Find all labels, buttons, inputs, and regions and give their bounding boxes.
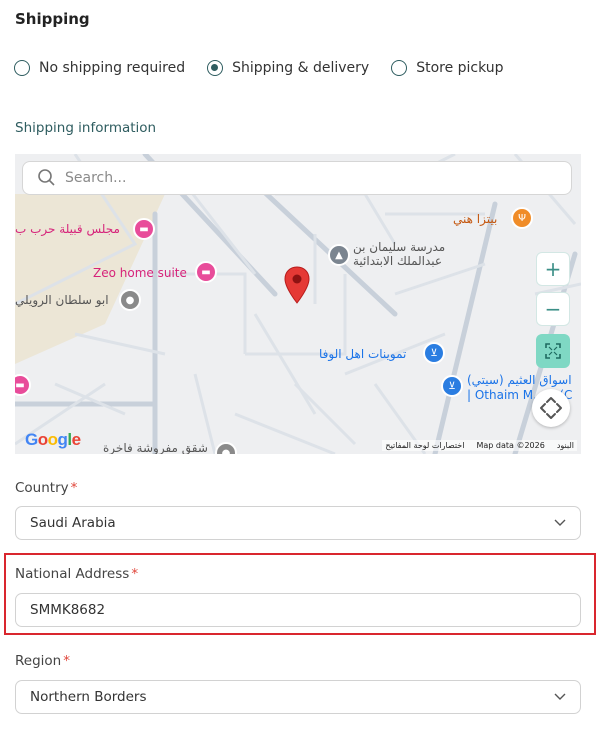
fullscreen-icon (545, 343, 561, 359)
national-address-input[interactable]: SMMK8682 (15, 593, 581, 627)
poi-school-line2: عبدالملك الابتدائية (353, 254, 443, 268)
region-value: Northern Borders (30, 689, 147, 705)
shopping-cart-icon-othaim: ⊻ (441, 375, 463, 397)
poi-shuqaq[interactable]: شقق مفروشة فاخرة (103, 441, 208, 454)
school-icon: ▲ (328, 244, 350, 266)
national-address-label: National Address * (15, 566, 138, 582)
radio-store-pickup[interactable]: Store pickup (391, 60, 504, 76)
region-label: Region * (15, 653, 70, 669)
shipping-method-group: No shipping required Shipping & delivery… (14, 60, 526, 76)
poi-othaim-line1: اسواق العثيم (سيتي) (467, 373, 572, 387)
terms-link[interactable]: البنود (557, 441, 574, 450)
shipping-section-title: Shipping (15, 10, 90, 28)
keyboard-shortcuts-link[interactable]: اختصارات لوحة المفاتيح (385, 441, 464, 450)
google-logo: Google (25, 430, 81, 449)
radio-label-no-shipping: No shipping required (39, 60, 186, 76)
map-search-box[interactable] (22, 161, 572, 195)
national-address-required-mark: * (131, 566, 139, 582)
radio-shipping-delivery[interactable]: Shipping & delivery (207, 60, 369, 76)
radio-no-shipping[interactable]: No shipping required (14, 60, 185, 76)
zoom-out-button[interactable]: − (536, 292, 570, 326)
search-icon (38, 169, 55, 186)
hotel-icon-majlis: ▬ (133, 218, 155, 240)
poi-zeo-home-suite[interactable]: Zeo home suite (93, 266, 187, 280)
poi-pizza-hani[interactable]: بيتزا هني (453, 212, 497, 226)
chevron-down-icon (554, 693, 566, 700)
country-label-text: Country (15, 480, 69, 496)
poi-majlis[interactable]: مجلس قبيلة حرب ب (15, 222, 120, 236)
radio-label-shipping-delivery: Shipping & delivery (232, 60, 370, 76)
radio-circle-no-shipping[interactable] (14, 60, 30, 76)
map-search-input[interactable] (63, 169, 547, 187)
location-marker-icon[interactable] (284, 266, 310, 304)
radio-circle-shipping-delivery[interactable] (207, 60, 224, 76)
region-select[interactable]: Northern Borders (15, 680, 581, 714)
region-required-mark: * (63, 653, 70, 669)
move-arrows-icon (540, 397, 562, 419)
shipping-information-title: Shipping information (15, 120, 157, 136)
location-map[interactable]: ▬ مجلس قبيلة حرب ب ▬ Zeo home suite ● اب… (15, 154, 581, 454)
country-label: Country * (15, 480, 77, 496)
poi-school[interactable]: مدرسة سليمان بن عبدالملك الابتدائية (353, 240, 445, 268)
country-required-mark: * (70, 480, 78, 496)
region-label-text: Region (15, 653, 62, 669)
poi-abu-sultan[interactable]: ابو سلطان الرويلي (15, 293, 109, 307)
restaurant-icon-pizza: Ψ (511, 207, 533, 229)
poi-tamween[interactable]: تموينات اهل الوفا (319, 347, 406, 361)
map-data-text: Map data ©2026 (476, 441, 545, 450)
hotel-icon-zeo: ▬ (195, 261, 217, 283)
radio-circle-store-pickup[interactable] (391, 60, 408, 76)
zoom-in-button[interactable]: + (536, 252, 570, 286)
place-icon-abu-sultan: ● (119, 289, 141, 311)
shopping-cart-icon-tamween: ⊻ (423, 342, 445, 364)
fullscreen-button[interactable] (536, 334, 570, 368)
chevron-down-icon (554, 519, 566, 526)
pan-control-button[interactable] (532, 389, 570, 427)
radio-label-store-pickup: Store pickup (416, 60, 504, 76)
map-attribution: اختصارات لوحة المفاتيح Map data ©2026 ال… (382, 440, 577, 451)
national-address-value: SMMK8682 (30, 602, 106, 618)
poi-school-line1: مدرسة سليمان بن (353, 240, 446, 254)
country-select[interactable]: Saudi Arabia (15, 506, 581, 540)
national-address-label-text: National Address (15, 566, 130, 582)
country-value: Saudi Arabia (30, 515, 116, 531)
